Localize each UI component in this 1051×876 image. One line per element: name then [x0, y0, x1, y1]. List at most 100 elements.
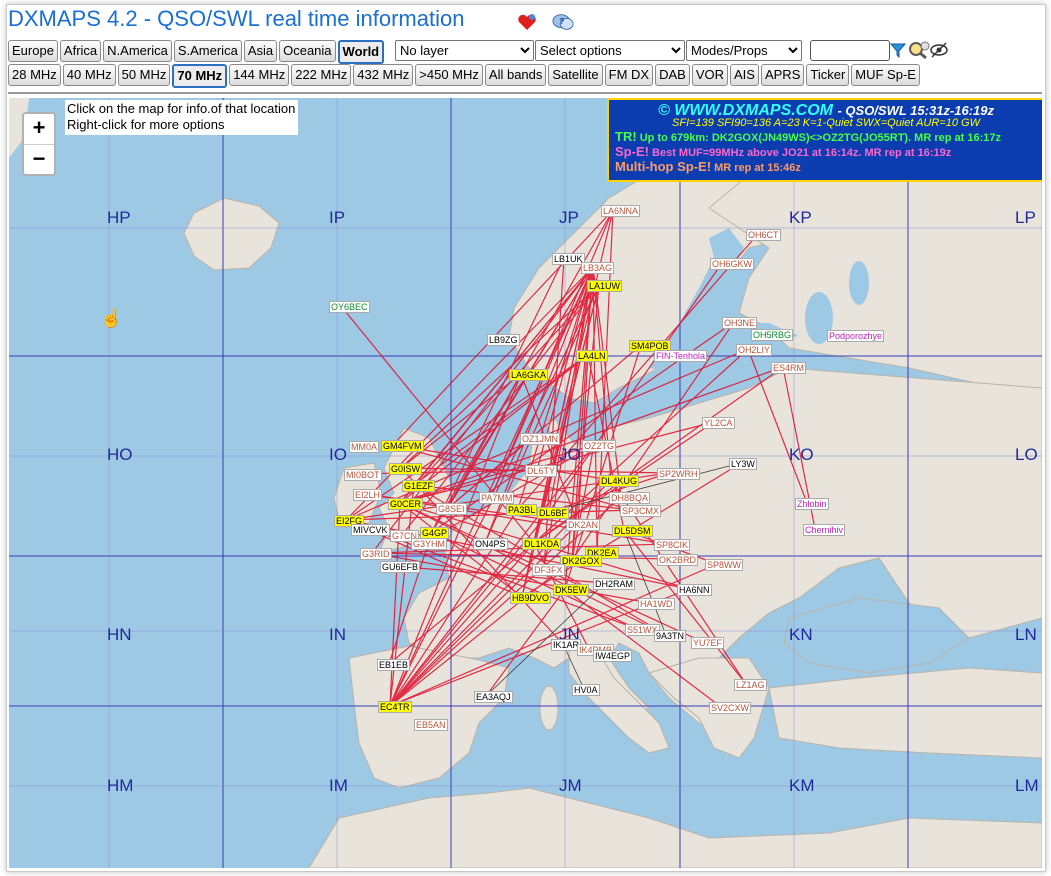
station-label[interactable]: LA6NNA [601, 205, 641, 217]
chat-help-icon[interactable]: ? [552, 12, 574, 32]
region-tab-africa[interactable]: Africa [59, 40, 102, 62]
station-label[interactable]: DH2RAM [593, 578, 636, 590]
band-tab-ticker[interactable]: Ticker [806, 64, 850, 86]
region-tab-samerica[interactable]: S.America [173, 40, 242, 62]
zoom-in-button[interactable]: + [24, 114, 54, 145]
filter-icon[interactable] [890, 42, 906, 58]
region-tab-oceania[interactable]: Oceania [279, 40, 336, 62]
station-label[interactable]: OH2LIY [736, 344, 773, 356]
station-label[interactable]: EC4TR [378, 701, 412, 713]
station-label[interactable]: EB5AN [414, 719, 448, 731]
station-label[interactable]: LA6GKA [509, 369, 549, 381]
station-label[interactable]: Chernihiv [803, 524, 846, 536]
station-label[interactable]: LB9ZG [487, 334, 520, 346]
station-label[interactable]: Zhlobin [795, 498, 829, 510]
station-label[interactable]: SV2CXW [709, 702, 752, 714]
station-label[interactable]: ON4PS [473, 538, 508, 550]
propagation-map[interactable]: HP IP JP KP LP HO IO JO KO LO HN IN JN KN LN HM IM JM KM LM… [9, 98, 1042, 868]
station-label[interactable]: ES4RM [771, 362, 807, 374]
station-label[interactable]: LY3W [729, 458, 757, 470]
station-label[interactable]: SP3CMX [620, 505, 662, 517]
band-tab-dab[interactable]: DAB [655, 64, 690, 86]
station-label[interactable]: SP8CIK [654, 539, 691, 551]
region-tab-namerica[interactable]: N.America [103, 40, 172, 62]
station-label[interactable]: DK2AN [566, 519, 601, 531]
station-label[interactable]: OK2BRD [657, 554, 699, 566]
station-label[interactable]: MIVCVK [351, 524, 390, 536]
station-label[interactable]: PA3BL [506, 504, 538, 516]
station-label[interactable]: LB3AG [581, 262, 615, 274]
region-tab-world[interactable]: World [337, 40, 385, 64]
station-label[interactable]: FIN-Tenhola [654, 350, 708, 362]
band-tab-70mhz[interactable]: 70 MHz [172, 64, 228, 88]
station-label[interactable]: HA6NN [677, 584, 712, 596]
station-label[interactable]: OH6CT [746, 229, 781, 241]
station-label[interactable]: DL1KDA [522, 538, 562, 550]
station-label[interactable]: OH3NE [722, 317, 758, 329]
station-label[interactable]: HV0A [572, 684, 600, 696]
region-tab-europe[interactable]: Europe [8, 40, 58, 62]
station-label[interactable]: OH5RBG [751, 329, 794, 341]
station-label[interactable]: OH6GKW [710, 258, 755, 270]
band-tab-aprs[interactable]: APRS [760, 64, 805, 86]
band-tab-fmdx[interactable]: FM DX [604, 64, 654, 86]
station-label[interactable]: LA4LN [576, 350, 608, 362]
band-tab-allbands[interactable]: All bands [484, 64, 547, 86]
zoom-search-icon[interactable] [908, 41, 930, 59]
modes-select[interactable]: Modes/Props [686, 40, 802, 61]
map-canvas[interactable] [9, 98, 1042, 868]
station-label[interactable]: SP2WRH [657, 468, 700, 480]
station-label[interactable]: G3YHM [411, 538, 448, 550]
band-tab-144mhz[interactable]: 144 MHz [229, 64, 290, 86]
station-label[interactable]: MM0A [349, 441, 380, 453]
station-label[interactable]: DL6TY [525, 465, 558, 477]
station-label[interactable]: DH8BQA [609, 492, 651, 504]
station-label[interactable]: GU6EFB [380, 561, 421, 573]
station-label[interactable]: GM4FVM [381, 440, 424, 452]
station-label[interactable]: LA1UW [587, 280, 623, 292]
station-label[interactable]: MI0BOT [344, 469, 382, 481]
callsign-search-input[interactable] [810, 40, 890, 61]
station-label[interactable]: LB1UK [552, 253, 585, 265]
station-label[interactable]: Podporozhye [827, 330, 885, 342]
band-tab-vor[interactable]: VOR [691, 64, 728, 86]
station-label[interactable]: EI2LH [353, 489, 383, 501]
station-label[interactable]: HA1WD [638, 598, 675, 610]
region-tab-asia[interactable]: Asia [243, 40, 278, 62]
station-label[interactable]: 9A3TN [654, 630, 687, 642]
station-label[interactable]: DK5EW [553, 584, 590, 596]
station-label[interactable]: LZ1AG [734, 679, 767, 691]
station-label[interactable]: SP8WW [705, 559, 744, 571]
band-tab-40mhz[interactable]: 40 MHz [62, 64, 116, 86]
station-label[interactable]: OZ1JMN [520, 433, 560, 445]
band-tab-28mhz[interactable]: 28 MHz [8, 64, 61, 86]
station-label[interactable]: PA7MM [479, 492, 515, 504]
station-label[interactable]: OZ2TG [582, 440, 617, 452]
zoom-out-button[interactable]: − [24, 145, 54, 175]
station-label[interactable]: EB1EB [377, 659, 411, 671]
station-label[interactable]: DL5DSM [612, 525, 653, 537]
station-label[interactable]: HB9DVO [510, 592, 552, 604]
station-label[interactable]: OY6BEC [329, 301, 370, 313]
band-tab-50mhz[interactable]: 50 MHz [117, 64, 171, 86]
heart-icon[interactable] [516, 12, 538, 32]
station-label[interactable]: G3RID [360, 548, 392, 560]
band-tab-ais[interactable]: AIS [730, 64, 759, 86]
band-tab-222mhz[interactable]: 222 MHz [291, 64, 352, 86]
station-label[interactable]: G8SEI [436, 503, 467, 515]
station-label[interactable]: DL4KUG [599, 475, 640, 487]
station-label[interactable]: DF3FX [532, 564, 565, 576]
layer-select[interactable]: No layer [395, 40, 534, 61]
band-tab-450mhz[interactable]: >450 MHz [415, 64, 483, 86]
station-label[interactable]: EA3AQJ [474, 691, 513, 703]
station-label[interactable]: YU7EF [691, 637, 725, 649]
options-select[interactable]: Select options [535, 40, 685, 61]
band-tab-mufspe[interactable]: MUF Sp-E [851, 64, 920, 86]
hide-icon[interactable] [930, 42, 948, 58]
band-tab-satellite[interactable]: Satellite [548, 64, 603, 86]
station-label[interactable]: DK2GOX [560, 555, 602, 567]
station-label[interactable]: G0CER [388, 498, 424, 510]
station-label[interactable]: DL6BF [537, 507, 570, 519]
station-label[interactable]: G1EZF [402, 480, 436, 492]
band-tab-432mhz[interactable]: 432 MHz [353, 64, 414, 86]
